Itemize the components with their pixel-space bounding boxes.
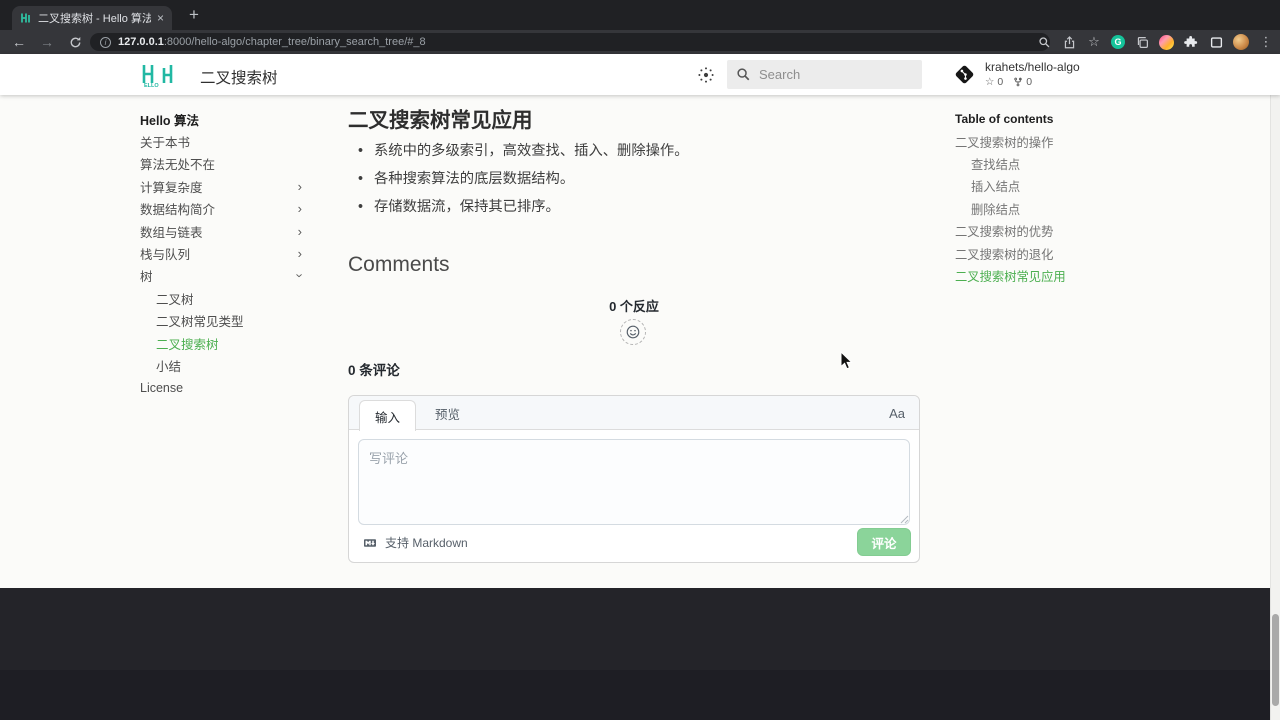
chevron-down-icon: ›: [293, 274, 306, 278]
mouse-cursor: [840, 351, 854, 371]
bullet-item: 存储数据流，保持其已排序。: [352, 199, 912, 215]
fork-count: 0: [1026, 76, 1032, 88]
search-input-wrapper[interactable]: [727, 60, 922, 89]
comment-editor-tabs: 输入 预览 Aa: [349, 396, 919, 430]
reload-button[interactable]: [62, 30, 88, 54]
markdown-icon: [361, 537, 379, 549]
toc-item-advantages[interactable]: 二叉搜索树的优势: [955, 220, 1133, 242]
markdown-hint-link[interactable]: 支持 Markdown: [361, 534, 468, 551]
toc-item-operations[interactable]: 二叉搜索树的操作: [955, 130, 1133, 152]
sidebar-item-stack-queue[interactable]: 栈与队列›: [140, 242, 308, 264]
fork-icon: [1013, 76, 1023, 88]
toc-item-degradation[interactable]: 二叉搜索树的退化: [955, 242, 1133, 264]
comment-count: 0 条评论: [348, 359, 400, 379]
reload-icon: [69, 36, 82, 49]
share-icon[interactable]: [1061, 34, 1077, 50]
bullet-item: 系统中的多级索引，高效查找、插入、删除操作。: [352, 143, 912, 159]
tab-close-icon[interactable]: ×: [157, 12, 164, 24]
side-panel-icon[interactable]: [1208, 34, 1224, 50]
footer-meta: Copyright © 2020 - 2022 Krahets: [0, 670, 1280, 720]
page-content: Hello 算法 关于本书 算法无处不在 计算复杂度› 数据结构简介› 数组与链…: [0, 95, 1280, 588]
hello-algo-logo[interactable]: ELLO: [140, 62, 176, 88]
submit-comment-button[interactable]: 评论: [857, 528, 911, 556]
extension-grammarly-icon[interactable]: G: [1111, 35, 1125, 49]
toc-item-common-uses[interactable]: 二叉搜索树常见应用: [955, 265, 1133, 287]
chevron-right-icon: ›: [298, 225, 302, 238]
back-button[interactable]: ←: [6, 30, 32, 54]
new-tab-button[interactable]: +: [184, 5, 204, 25]
chevron-right-icon: ›: [298, 180, 302, 193]
toc-title: Table of contents: [955, 108, 1133, 130]
browser-toolbar: ← → i 127.0.0.1:8000/hello-algo/chapter_…: [0, 30, 1280, 54]
sidebar-item-binary-tree[interactable]: 二叉树: [140, 287, 308, 309]
browser-tab[interactable]: 二叉搜索树 - Hello 算法 ×: [12, 6, 172, 30]
page-scrollbar[interactable]: [1270, 54, 1280, 720]
tab-title: 二叉搜索树 - Hello 算法: [38, 10, 151, 26]
sidebar-item-everywhere[interactable]: 算法无处不在: [140, 153, 308, 175]
forward-button[interactable]: →: [34, 30, 60, 54]
sidebar-item-complexity[interactable]: 计算复杂度›: [140, 175, 308, 197]
sidebar-item-tree[interactable]: 树›: [140, 265, 308, 287]
scrollbar-thumb[interactable]: [1272, 614, 1279, 706]
url-path: :8000/hello-algo/chapter_tree/binary_sea…: [164, 36, 426, 48]
tab-preview[interactable]: 预览: [435, 396, 460, 430]
toc-item-insert-node[interactable]: 插入结点: [955, 175, 1133, 197]
bullet-item: 各种搜索算法的底层数据结构。: [352, 171, 912, 187]
sidebar-title: Hello 算法: [140, 108, 308, 130]
tab-write[interactable]: 输入: [359, 400, 416, 431]
toolbar-actions: ☆ G ⋮: [1036, 30, 1278, 54]
repo-name: krahets/hello-algo: [985, 60, 1080, 74]
bookmark-star-icon[interactable]: ☆: [1086, 34, 1102, 50]
site-favicon: [20, 12, 32, 24]
star-icon: ☆: [985, 76, 994, 88]
git-repo-icon: [953, 63, 976, 86]
sidebar-item-license[interactable]: License: [140, 377, 308, 399]
site-header: ELLO 二叉搜索树: [0, 54, 1280, 95]
svg-text:ELLO: ELLO: [144, 83, 159, 88]
toc-item-delete-node[interactable]: 删除结点: [955, 198, 1133, 220]
url-text: 127.0.0.1:8000/hello-algo/chapter_tree/b…: [118, 36, 426, 48]
footer-navigation: ← Previous 二叉树常见类型 Next 小结 →: [0, 588, 1280, 670]
reactions-count: 0 个反应: [348, 296, 920, 315]
repo-link[interactable]: krahets/hello-algo ☆0 0: [953, 60, 1080, 88]
comment-textarea[interactable]: [358, 439, 910, 525]
comment-editor: 输入 预览 Aa 支持 Markdown 评论: [348, 395, 920, 563]
url-host: 127.0.0.1: [118, 36, 164, 48]
sidebar-item-data-structure[interactable]: 数据结构简介›: [140, 198, 308, 220]
text-format-hint[interactable]: Aa: [889, 396, 905, 430]
markdown-hint-text: 支持 Markdown: [385, 534, 468, 551]
section-heading: 二叉搜索树常见应用: [348, 103, 533, 133]
address-bar[interactable]: i 127.0.0.1:8000/hello-algo/chapter_tree…: [90, 33, 1050, 51]
sidebar-item-about[interactable]: 关于本书: [140, 130, 308, 152]
smiley-icon: [626, 325, 640, 339]
browser-tab-strip: 二叉搜索树 - Hello 算法 × +: [0, 0, 1280, 30]
table-of-contents: Table of contents 二叉搜索树的操作 查找结点 插入结点 删除结…: [955, 108, 1133, 287]
zoom-search-icon[interactable]: [1036, 34, 1052, 50]
chevron-right-icon: ›: [298, 202, 302, 215]
browser-window: 二叉搜索树 - Hello 算法 × + ← → i 127.0.0.1:800…: [0, 0, 1280, 720]
sidebar-item-array-list[interactable]: 数组与链表›: [140, 220, 308, 242]
extension-copy-icon[interactable]: [1134, 34, 1150, 50]
repo-stats: ☆0 0: [985, 76, 1080, 88]
add-reaction-button[interactable]: [620, 319, 646, 345]
sidebar-nav: Hello 算法 关于本书 算法无处不在 计算复杂度› 数据结构简介› 数组与链…: [140, 108, 308, 399]
extension-colorful-icon[interactable]: [1159, 35, 1174, 50]
sidebar-item-binary-search-tree[interactable]: 二叉搜索树: [140, 332, 308, 354]
search-input[interactable]: [759, 67, 899, 82]
resize-grip-icon[interactable]: [900, 515, 909, 524]
profile-avatar[interactable]: [1233, 34, 1249, 50]
comments-heading: Comments: [348, 253, 450, 277]
sidebar-item-binary-tree-types[interactable]: 二叉树常见类型: [140, 310, 308, 332]
page-title: 二叉搜索树: [200, 66, 278, 88]
star-count: 0: [997, 76, 1003, 88]
sidebar-item-summary[interactable]: 小结: [140, 354, 308, 376]
chevron-right-icon: ›: [298, 247, 302, 260]
extensions-puzzle-icon[interactable]: [1183, 34, 1199, 50]
bullet-list: 系统中的多级索引，高效查找、插入、删除操作。 各种搜索算法的底层数据结构。 存储…: [352, 143, 912, 227]
site-info-icon[interactable]: i: [100, 37, 111, 48]
toc-item-find-node[interactable]: 查找结点: [955, 153, 1133, 175]
browser-menu-icon[interactable]: ⋮: [1258, 34, 1274, 50]
theme-toggle-icon[interactable]: [697, 66, 715, 84]
search-icon: [736, 67, 751, 82]
